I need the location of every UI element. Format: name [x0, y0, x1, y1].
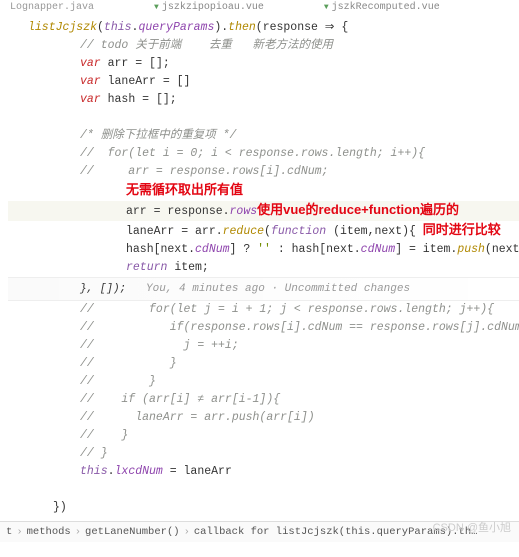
- code-comment: // j = ++i;: [8, 337, 519, 355]
- code-line: arr = response.rows使用vue的reduce+function…: [8, 201, 519, 221]
- watermark: CSDN @鱼小旭: [433, 519, 511, 535]
- chevron-right-icon: ›: [184, 526, 190, 538]
- code-comment: /* 删除下拉框中的重复项 */: [8, 127, 519, 145]
- code-comment: // laneArr = arr.push(arr[i]): [8, 409, 519, 427]
- chevron-right-icon: ›: [16, 526, 22, 538]
- code-comment: // if(response.rows[i].cdNum == response…: [8, 319, 519, 337]
- crumb[interactable]: t: [6, 526, 12, 538]
- code-comment: // }: [8, 355, 519, 373]
- code-line: var hash = [];: [8, 91, 519, 109]
- code-line: listJcjszk(this.queryParams).then(respon…: [8, 19, 519, 37]
- chevron-right-icon: ›: [75, 526, 81, 538]
- code-comment: // todo 关于前端 去重 新老方法的使用: [8, 37, 519, 55]
- tab-mid[interactable]: ▼jszkzipopioau.vue: [154, 2, 264, 13]
- code-line: hash[next.cdNum] ? '' : hash[next.cdNum]…: [8, 241, 519, 259]
- tab-right[interactable]: ▼jszkRecomputed.vue: [324, 2, 440, 13]
- code-comment: // }: [8, 427, 519, 445]
- annotation: 无需循环取出所有值: [8, 181, 519, 201]
- vcs-annotation: }, []); You, 4 minutes ago · Uncommitted…: [8, 277, 519, 301]
- code-line: laneArr = arr.reduce(function (item,next…: [8, 221, 519, 241]
- code-line: var laneArr = []: [8, 73, 519, 91]
- code-line: }): [8, 499, 519, 517]
- tab-left[interactable]: Lognapper.java: [10, 2, 94, 13]
- code-comment: // }: [8, 373, 519, 391]
- code-comment: // if (arr[i] ≠ arr[i-1]){: [8, 391, 519, 409]
- code-editor[interactable]: listJcjszk(this.queryParams).then(respon…: [0, 15, 519, 521]
- crumb[interactable]: getLaneNumber(): [85, 526, 180, 538]
- code-comment: // arr = response.rows[i].cdNum;: [8, 163, 519, 181]
- code-line: return item;: [8, 259, 519, 277]
- code-comment: // }: [8, 445, 519, 463]
- crumb[interactable]: methods: [27, 526, 71, 538]
- blank: [8, 481, 519, 499]
- blank: [8, 109, 519, 127]
- code-comment: // for(let i = 0; i < response.rows.leng…: [8, 145, 519, 163]
- code-line: this.lxcdNum = laneArr: [8, 463, 519, 481]
- editor-tabs: Lognapper.java ▼jszkzipopioau.vue ▼jszkR…: [0, 0, 519, 15]
- code-comment: // for(let j = i + 1; j < response.rows.…: [8, 301, 519, 319]
- code-line: var arr = [];: [8, 55, 519, 73]
